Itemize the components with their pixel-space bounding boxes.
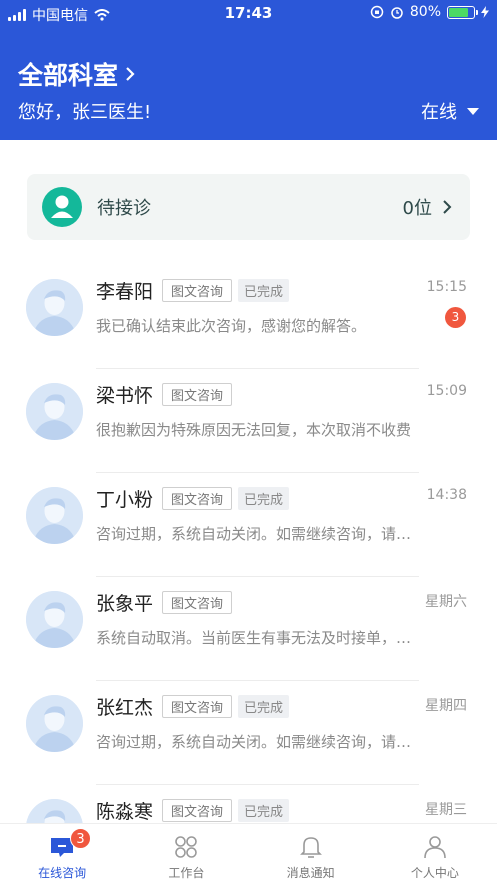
tab-badge: 3 — [70, 828, 91, 849]
waiting-count: 0位 — [402, 198, 432, 219]
greeting-text: 您好，张三医生! — [18, 102, 152, 123]
patient-name: 张象平 — [96, 593, 154, 615]
consult-tags: 图文咨询 已完成 — [162, 695, 290, 718]
patient-name: 李春阳 — [96, 281, 154, 303]
consult-state-tag: 已完成 — [238, 279, 290, 302]
tab-label: 工作台 — [168, 866, 205, 880]
consultation-item[interactable]: 梁书怀 图文咨询 15:09 很抱歉因为特殊原因无法回复，本次取消不收费 — [0, 369, 497, 473]
main-content: 待接诊 0位 李春阳 图文咨询 已完成 15:15 我已确认结束此次咨询，感谢您的解答。… — [0, 140, 497, 823]
patient-avatar — [26, 799, 83, 823]
tab-label: 在线咨询 — [38, 866, 87, 880]
unread-badge: 3 — [445, 307, 466, 328]
patient-icon — [42, 187, 82, 227]
waiting-label: 待接诊 — [97, 198, 151, 219]
consultation-item[interactable]: 张象平图文咨询 星期六系统自动取消。当前医生有事无法及时接单，请稍后再试 — [0, 577, 497, 681]
consult-time: 星期四 — [425, 698, 467, 714]
battery-icon — [447, 5, 478, 19]
consult-time: 星期六 — [425, 594, 467, 610]
consult-tags: 图文咨询 已完成 — [162, 487, 290, 510]
patient-name: 梁书怀 — [96, 385, 154, 407]
tab-notifications[interactable]: 消息通知 — [249, 824, 373, 883]
tab-workbench[interactable]: 工作台 — [124, 824, 248, 883]
status-right: 80% — [370, 4, 489, 20]
consult-time: 14:38 — [426, 487, 467, 503]
bell-icon — [299, 837, 322, 858]
consultation-item[interactable]: 李春阳 图文咨询 已完成 15:15 我已确认结束此次咨询，感谢您的解答。 3 — [0, 265, 497, 369]
chevron-right-icon — [443, 200, 452, 214]
consult-tags: 图文咨询 — [162, 591, 233, 614]
consult-last-message: 系统自动取消。当前医生有事无法及时接单，请稍后再试 — [96, 629, 418, 647]
header: 中国电信 17:43 80% 全部科室 您好，张三医生! 在线 — [0, 0, 497, 140]
consult-last-message: 咨询过期，系统自动关闭。如需继续咨询，请重新发起 — [96, 525, 418, 543]
waiting-patients-card[interactable]: 待接诊 0位 — [27, 174, 470, 240]
person-icon — [424, 836, 446, 859]
status-bar: 中国电信 17:43 80% — [0, 0, 497, 26]
consult-tags: 图文咨询 已完成 — [162, 799, 290, 822]
patient-avatar — [26, 383, 83, 440]
tab-online-consult[interactable]: 3 在线咨询 — [0, 824, 124, 883]
alarm-icon — [391, 7, 403, 19]
department-selector[interactable]: 全部科室 — [18, 56, 136, 92]
consult-last-message: 我已确认结束此次咨询，感谢您的解答。 — [96, 317, 367, 335]
consult-state-tag: 已完成 — [238, 799, 290, 822]
consult-type-tag: 图文咨询 — [162, 279, 233, 302]
charging-icon — [481, 6, 489, 18]
rotation-lock-icon — [370, 5, 384, 19]
consult-type-tag: 图文咨询 — [162, 591, 233, 614]
patient-name: 陈淼寒 — [96, 801, 154, 823]
caret-down-icon — [467, 107, 479, 115]
consult-type-tag: 图文咨询 — [162, 487, 233, 510]
tab-bar: 3 在线咨询 工作台 消息通知 个人中心 — [0, 823, 497, 883]
consult-type-tag: 图文咨询 — [162, 695, 233, 718]
tab-label: 消息通知 — [286, 866, 335, 880]
consultation-item[interactable]: 张红杰图文咨询已完成 星期四咨询过期，系统自动关闭。如需继续咨询，请重新发起 — [0, 681, 497, 785]
tab-profile[interactable]: 个人中心 — [373, 824, 497, 883]
consult-type-tag: 图文咨询 — [162, 799, 233, 822]
online-status-label: 在线 — [421, 102, 457, 123]
patient-avatar — [26, 591, 83, 648]
patient-avatar — [26, 487, 83, 544]
consult-tags: 图文咨询 已完成 — [162, 279, 290, 302]
consult-state-tag: 已完成 — [238, 487, 290, 510]
patient-name: 张红杰 — [96, 697, 154, 719]
consult-state-tag: 已完成 — [238, 695, 290, 718]
consult-last-message: 很抱歉因为特殊原因无法回复，本次取消不收费 — [96, 421, 412, 439]
consultation-item[interactable]: 陈淼寒 图文咨询 已完成 星期三 — [0, 785, 497, 823]
consult-tags: 图文咨询 — [162, 383, 233, 406]
consult-time: 星期三 — [425, 802, 467, 818]
consultation-item[interactable]: 丁小粉图文咨询已完成 14:38 咨询过期，系统自动关闭。如需继续咨询，请重新发起 — [0, 473, 497, 577]
consult-last-message: 咨询过期，系统自动关闭。如需继续咨询，请重新发起 — [96, 733, 418, 751]
chevron-right-icon — [126, 67, 135, 81]
tab-label: 个人中心 — [410, 866, 459, 880]
grid-icon — [175, 836, 198, 858]
patient-avatar — [26, 695, 83, 752]
department-title: 全部科室 — [18, 61, 119, 90]
battery-percent: 80% — [409, 4, 441, 20]
consult-time: 15:15 — [426, 279, 467, 295]
consult-type-tag: 图文咨询 — [162, 383, 233, 406]
consult-time: 15:09 — [426, 383, 467, 399]
patient-avatar — [26, 279, 83, 336]
patient-name: 丁小粉 — [96, 489, 154, 511]
online-status-dropdown[interactable]: 在线 — [421, 98, 479, 124]
